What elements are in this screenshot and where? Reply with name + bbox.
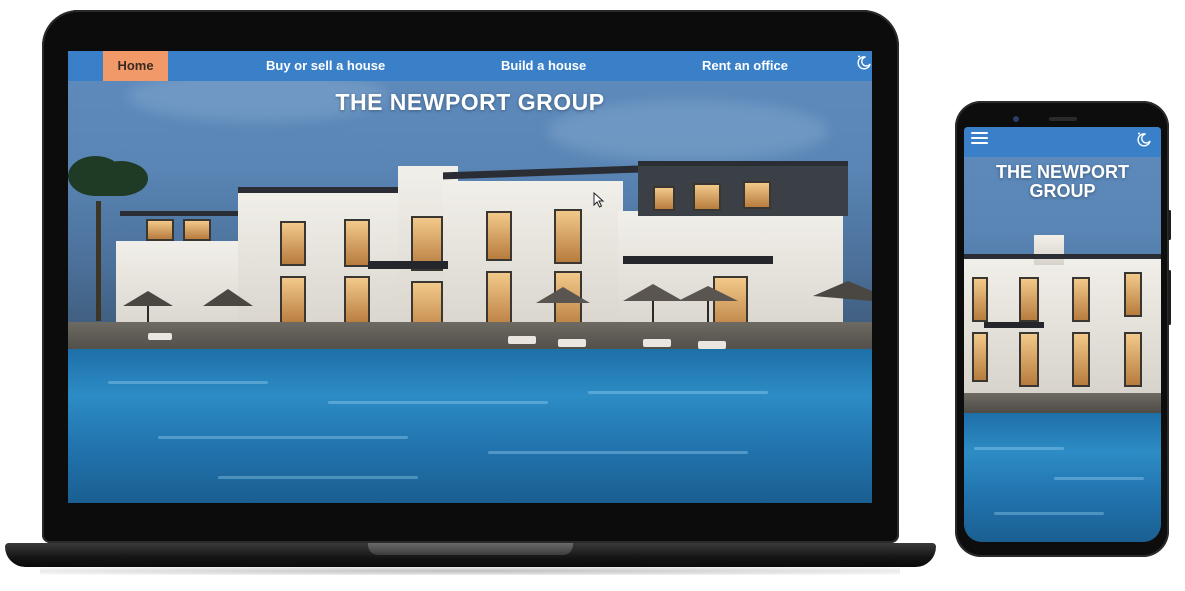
- phone-hero-roof: [964, 254, 1161, 259]
- phone-hero-door: [1124, 332, 1142, 387]
- phone-hero-tower: [1034, 235, 1064, 265]
- phone-pool-ripple: [974, 447, 1064, 450]
- hamburger-menu-icon[interactable]: [971, 132, 988, 146]
- hero-pool-ripple: [488, 451, 748, 454]
- nav-item-build-a-house[interactable]: Build a house: [501, 51, 586, 81]
- laptop-screen: Home Buy or sell a house Build a house R…: [68, 51, 872, 503]
- mouse-pointer-icon: [593, 192, 605, 208]
- phone-screen: THE NEWPORT GROUP: [964, 127, 1161, 542]
- phone-camera: [1013, 116, 1019, 122]
- phone-hero-window: [1124, 272, 1142, 317]
- phone-hero-door: [1072, 332, 1090, 387]
- phone-hero-door: [972, 332, 988, 382]
- hero-pool-ripple: [108, 381, 268, 384]
- laptop-shadow: [40, 567, 900, 575]
- laptop-hinge-notch: [368, 543, 573, 555]
- phone-side-button: [1168, 210, 1171, 240]
- phone-site-title: THE NEWPORT GROUP: [964, 163, 1161, 201]
- phone-side-button: [1168, 270, 1171, 325]
- hero-pool: [68, 349, 872, 503]
- phone-site-title-line2: GROUP: [1029, 181, 1096, 201]
- hero-pool-ripple: [158, 436, 408, 439]
- phone-hero-window: [972, 277, 988, 322]
- phone-theme-toggle-icon[interactable]: [1136, 131, 1152, 147]
- phone-pool-ripple: [1054, 477, 1144, 480]
- phone-hero-window: [1019, 277, 1039, 322]
- hero-pool-ripple: [218, 476, 418, 479]
- hero-lounger: [508, 336, 536, 344]
- top-navbar: Home Buy or sell a house Build a house R…: [68, 51, 872, 81]
- hero-pool-ripple: [328, 401, 548, 404]
- nav-item-home[interactable]: Home: [103, 51, 168, 81]
- phone-navbar: [964, 127, 1161, 157]
- phone-hero-window: [1072, 277, 1090, 322]
- phone-hero-door: [1019, 332, 1039, 387]
- hero-lounger: [148, 333, 172, 340]
- nav-item-buy-or-sell[interactable]: Buy or sell a house: [266, 51, 385, 81]
- hero-lounger: [698, 341, 726, 349]
- nav-item-rent-an-office[interactable]: Rent an office: [702, 51, 788, 81]
- hero-image: [68, 51, 872, 503]
- site-title: THE NEWPORT GROUP: [335, 89, 605, 115]
- phone-hero-deck: [964, 392, 1161, 414]
- theme-toggle-icon[interactable]: [856, 54, 872, 70]
- hero-lounger: [558, 339, 586, 347]
- hero-pool-ripple: [588, 391, 768, 394]
- phone-hero-awning: [984, 322, 1044, 328]
- phone-site-title-line1: THE NEWPORT: [996, 162, 1129, 182]
- phone-speaker: [1049, 117, 1077, 121]
- phone-pool-ripple: [994, 512, 1104, 515]
- hero-lounger: [643, 339, 671, 347]
